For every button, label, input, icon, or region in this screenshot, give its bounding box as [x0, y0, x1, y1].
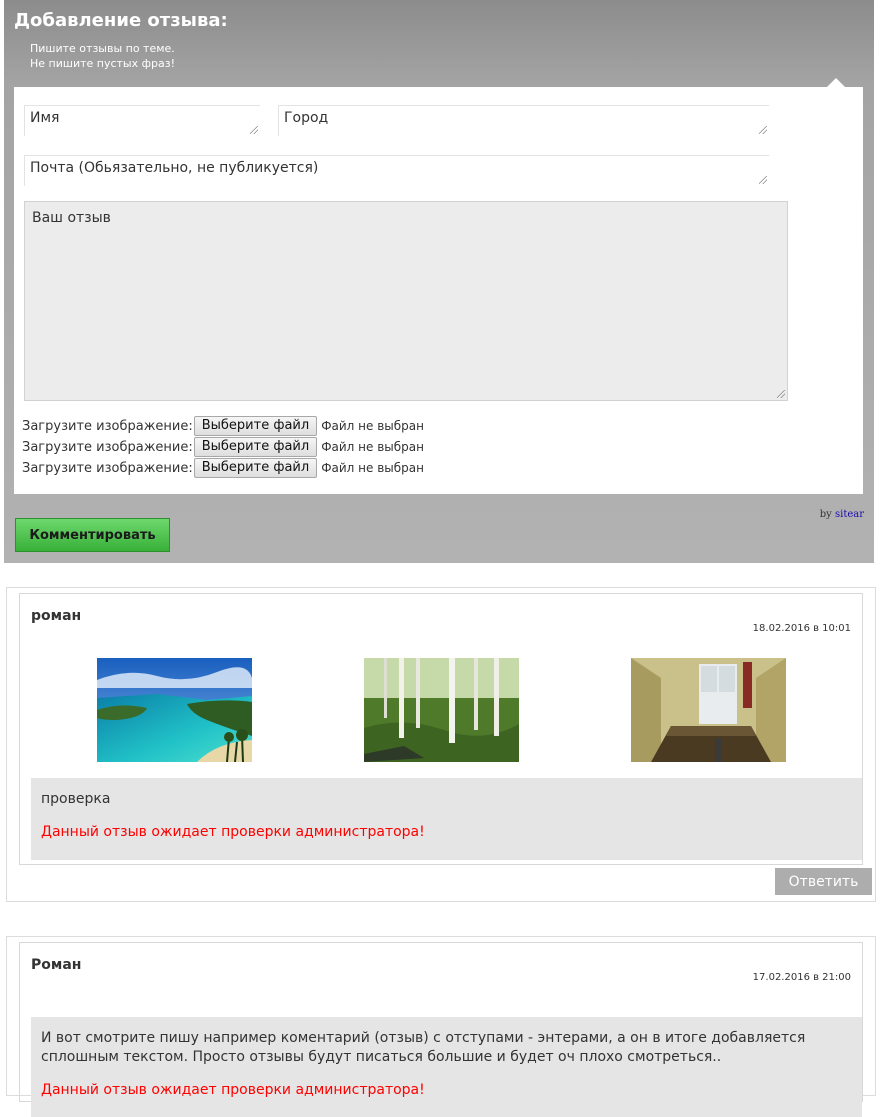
- choose-file-button[interactable]: Выберите файл: [193, 437, 318, 457]
- credit-line: by sitear: [820, 509, 864, 520]
- city-field-placeholder: Город: [284, 110, 329, 126]
- review-date: 17.02.2016 в 21:00: [752, 972, 851, 983]
- upload-label: Загрузите изображение:: [22, 418, 193, 434]
- form-title: Добавление отзыва:: [14, 10, 228, 31]
- review-card: Роман 17.02.2016 в 21:00 И вот смотрите …: [6, 936, 876, 1117]
- pending-moderation-notice: Данный отзыв ожидает проверки администра…: [41, 1082, 425, 1098]
- form-note-line-1: Пишите отзывы по теме.: [30, 42, 175, 55]
- review-textarea-placeholder: Ваш отзыв: [32, 210, 111, 226]
- upload-label: Загрузите изображение:: [22, 460, 193, 476]
- resize-grip-icon[interactable]: [759, 126, 767, 134]
- room-interior-photo[interactable]: [631, 658, 786, 762]
- resize-grip-icon[interactable]: [777, 390, 785, 398]
- reply-button[interactable]: Ответить: [775, 868, 872, 895]
- form-body: Имя Город Почта (Обьязательно, не публик…: [14, 78, 863, 494]
- form-note: Пишите отзывы по теме. Не пишите пустых …: [30, 41, 175, 71]
- form-note-line-2: Не пишите пустых фраз!: [30, 57, 175, 70]
- review-card-inner: роман 18.02.2016 в 10:01 проверка Данный…: [19, 593, 863, 865]
- review-body: И вот смотрите пишу например коментарий …: [31, 1017, 862, 1117]
- image-upload-row: Загрузите изображение: Выберите файл Фай…: [22, 437, 424, 457]
- image-upload-row: Загрузите изображение: Выберите файл Фай…: [22, 416, 424, 436]
- credit-prefix: by: [819, 509, 832, 520]
- choose-file-button[interactable]: Выберите файл: [193, 458, 318, 478]
- review-date: 18.02.2016 в 10:01: [752, 623, 851, 634]
- file-status: Файл не выбран: [321, 419, 424, 433]
- review-card-inner: Роман 17.02.2016 в 21:00 И вот смотрите …: [19, 942, 863, 1117]
- pending-moderation-notice: Данный отзыв ожидает проверки администра…: [41, 824, 425, 840]
- review-textarea[interactable]: Ваш отзыв: [24, 201, 788, 401]
- review-author: Роман: [31, 957, 82, 973]
- review-text: И вот смотрите пишу например коментарий …: [41, 1030, 806, 1065]
- review-card: роман 18.02.2016 в 10:01 проверка Данный…: [6, 587, 876, 902]
- name-field[interactable]: Имя: [24, 105, 260, 136]
- email-field[interactable]: Почта (Обьязательно, не публикуется): [24, 155, 769, 186]
- birch-forest-photo[interactable]: [364, 658, 519, 762]
- upload-label: Загрузите изображение:: [22, 439, 193, 455]
- submit-comment-button[interactable]: Комментировать: [15, 518, 170, 552]
- review-body: проверка Данный отзыв ожидает проверки а…: [31, 778, 862, 860]
- beach-lagoon-photo[interactable]: [97, 658, 252, 762]
- resize-grip-icon[interactable]: [759, 176, 767, 184]
- choose-file-button[interactable]: Выберите файл: [193, 416, 318, 436]
- form-notch: [827, 78, 845, 87]
- add-review-form: Добавление отзыва: Пишите отзывы по теме…: [4, 0, 874, 563]
- file-status: Файл не выбран: [321, 461, 424, 475]
- resize-grip-icon[interactable]: [250, 126, 258, 134]
- file-status: Файл не выбран: [321, 440, 424, 454]
- credit-link[interactable]: sitear: [835, 509, 864, 520]
- city-field[interactable]: Город: [278, 105, 769, 136]
- email-field-placeholder: Почта (Обьязательно, не публикуется): [30, 160, 319, 176]
- review-author: роман: [31, 608, 82, 624]
- review-text: проверка: [41, 791, 111, 807]
- image-upload-row: Загрузите изображение: Выберите файл Фай…: [22, 458, 424, 478]
- name-field-placeholder: Имя: [30, 110, 60, 126]
